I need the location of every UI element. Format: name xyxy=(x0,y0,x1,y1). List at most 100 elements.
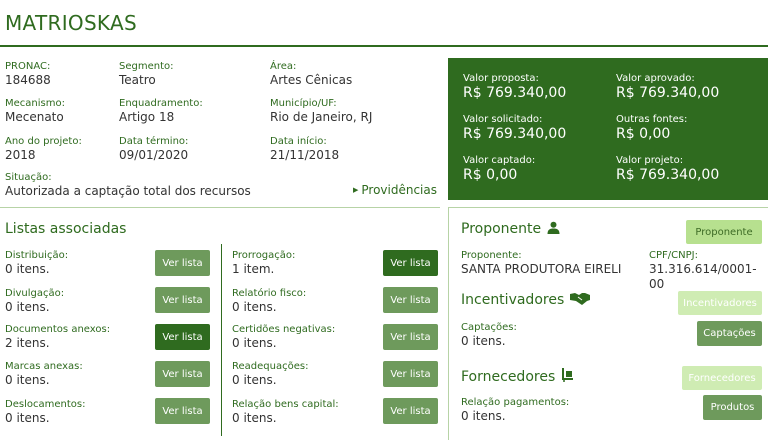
municipio-field: Município/UF: Rio de Janeiro, RJ xyxy=(270,98,372,125)
list-item-deslocamentos: Deslocamentos: 0 itens. xyxy=(5,399,85,426)
list-item-value: 0 itens. xyxy=(5,262,50,276)
incentivadores-button[interactable]: Incentivadores xyxy=(678,291,762,315)
ver-lista-button[interactable]: Ver lista xyxy=(383,250,438,276)
ano-label: Ano do projeto: xyxy=(5,136,82,147)
municipio-label: Município/UF: xyxy=(270,98,337,109)
area-field: Área: Artes Cênicas xyxy=(270,61,352,88)
ver-lista-button[interactable]: Ver lista xyxy=(155,398,210,424)
proponente-title: Proponente xyxy=(461,221,542,237)
data-termino-field: Data término: 09/01/2020 xyxy=(119,136,188,163)
ver-lista-button[interactable]: Ver lista xyxy=(155,361,210,387)
list-item-value: 0 itens. xyxy=(232,300,277,314)
ver-lista-button[interactable]: Ver lista xyxy=(155,324,210,350)
list-item-relatorio-fisco: Relatório fisco: 0 itens. xyxy=(232,288,306,315)
hand-truck-icon xyxy=(562,368,574,382)
ver-lista-button[interactable]: Ver lista xyxy=(383,324,438,350)
proponente-section-title: Proponente xyxy=(461,221,560,237)
situacao-field: Situação: Autorizada a captação total do… xyxy=(5,172,251,199)
list-item-value: 0 itens. xyxy=(232,411,277,425)
providencias-link[interactable]: ▶ Providências xyxy=(353,183,437,197)
providencias-label: Providências xyxy=(361,183,437,197)
column-divider xyxy=(448,208,449,440)
fornecedores-title: Fornecedores xyxy=(461,369,556,385)
situacao-value: Autorizada a captação total dos recursos xyxy=(5,184,251,198)
list-item-label: Documentos anexos: xyxy=(5,324,111,335)
enquadramento-field: Enquadramento: Artigo 18 xyxy=(119,98,203,125)
list-item-value: 1 item. xyxy=(232,262,275,276)
valor-projeto-label: Valor projeto: xyxy=(616,155,684,166)
cpf-value: 31.316.614/0001-00 xyxy=(649,262,757,291)
user-icon xyxy=(547,221,560,234)
title-bar: MATRIOSKAS xyxy=(0,0,768,47)
valor-solicitado: Valor solicitado: R$ 769.340,00 xyxy=(463,114,566,143)
valor-solicitado-value: R$ 769.340,00 xyxy=(463,126,567,142)
list-item-label: Divulgação: xyxy=(5,288,65,299)
ver-lista-button[interactable]: Ver lista xyxy=(383,398,438,424)
valor-captado-value: R$ 0,00 xyxy=(463,167,518,183)
listas-divider xyxy=(221,244,222,436)
page-title: MATRIOSKAS xyxy=(5,11,137,35)
list-item-readequacoes: Readequações: 0 itens. xyxy=(232,361,308,388)
outras-fontes: Outras fontes: R$ 0,00 xyxy=(616,114,687,143)
fornecedores-button[interactable]: Fornecedores xyxy=(682,366,762,390)
list-item-label: Deslocamentos: xyxy=(5,399,86,410)
mecanismo-label: Mecanismo: xyxy=(5,98,65,109)
data-termino-label: Data término: xyxy=(119,136,189,147)
captacoes-value: 0 itens. xyxy=(461,334,506,348)
valor-aprovado-value: R$ 769.340,00 xyxy=(616,85,720,101)
municipio-value: Rio de Janeiro, RJ xyxy=(270,110,373,124)
proponente-button[interactable]: Proponente xyxy=(686,220,762,244)
captacoes-button[interactable]: Captações xyxy=(697,321,762,346)
relacao-pagamentos-value: 0 itens. xyxy=(461,409,506,423)
relacao-pagamentos-label: Relação pagamentos: xyxy=(461,397,570,408)
ver-lista-button[interactable]: Ver lista xyxy=(155,250,210,276)
pronac-label: PRONAC: xyxy=(5,61,51,72)
valor-proposta-label: Valor proposta: xyxy=(463,73,539,84)
list-item-distribuicao: Distribuição: 0 itens. xyxy=(5,250,68,277)
valor-proposta: Valor proposta: R$ 769.340,00 xyxy=(463,73,566,102)
produtos-button[interactable]: Produtos xyxy=(703,395,762,420)
ano-field: Ano do projeto: 2018 xyxy=(5,136,82,163)
list-item-label: Distribuição: xyxy=(5,250,69,261)
data-termino-value: 09/01/2020 xyxy=(119,148,189,162)
listas-title: Listas associadas xyxy=(5,221,127,237)
list-item-value: 0 itens. xyxy=(5,300,50,314)
segmento-label: Segmento: xyxy=(119,61,174,72)
valor-solicitado-label: Valor solicitado: xyxy=(463,114,543,125)
valor-projeto: Valor projeto: R$ 769.340,00 xyxy=(616,155,719,184)
incentivadores-title: Incentivadores xyxy=(461,292,565,308)
ver-lista-button[interactable]: Ver lista xyxy=(383,361,438,387)
values-panel: Valor proposta: R$ 769.340,00 Valor apro… xyxy=(448,58,768,200)
valor-aprovado-label: Valor aprovado: xyxy=(616,73,695,84)
pronac-value: 184688 xyxy=(5,73,51,87)
ver-lista-button[interactable]: Ver lista xyxy=(383,287,438,313)
list-item-label: Marcas anexas: xyxy=(5,361,83,372)
proponente-label: Proponente: xyxy=(461,250,522,261)
list-item-divulgacao: Divulgação: 0 itens. xyxy=(5,288,64,315)
list-item-certidoes: Certidões negativas: 0 itens. xyxy=(232,324,335,351)
list-item-prorrogacao: Prorrogação: 1 item. xyxy=(232,250,295,277)
cpf-field: CPF/CNPJ: 31.316.614/0001-00 xyxy=(649,250,768,292)
cpf-label: CPF/CNPJ: xyxy=(649,250,698,261)
triangle-right-icon: ▶ xyxy=(352,186,359,194)
ver-lista-button[interactable]: Ver lista xyxy=(155,287,210,313)
relacao-pagamentos-field: Relação pagamentos: 0 itens. xyxy=(461,397,569,424)
section-divider-right xyxy=(448,207,768,208)
list-item-marcas: Marcas anexas: 0 itens. xyxy=(5,361,83,388)
segmento-field: Segmento: Teatro xyxy=(119,61,174,88)
handshake-icon xyxy=(570,293,591,305)
valor-aprovado: Valor aprovado: R$ 769.340,00 xyxy=(616,73,719,102)
list-item-value: 0 itens. xyxy=(232,373,277,387)
section-divider xyxy=(0,207,440,208)
list-item-label: Relação bens capital: xyxy=(232,399,339,410)
segmento-value: Teatro xyxy=(119,73,156,87)
area-label: Área: xyxy=(270,61,297,72)
valor-captado-label: Valor captado: xyxy=(463,155,536,166)
data-inicio-value: 21/11/2018 xyxy=(270,148,340,162)
pronac-field: PRONAC: 184688 xyxy=(5,61,51,88)
list-item-value: 0 itens. xyxy=(5,411,50,425)
proponente-field: Proponente: SANTA PRODUTORA EIRELI xyxy=(461,250,621,277)
data-inicio-label: Data início: xyxy=(270,136,327,147)
outras-fontes-label: Outras fontes: xyxy=(616,114,688,125)
enquadramento-label: Enquadramento: xyxy=(119,98,203,109)
